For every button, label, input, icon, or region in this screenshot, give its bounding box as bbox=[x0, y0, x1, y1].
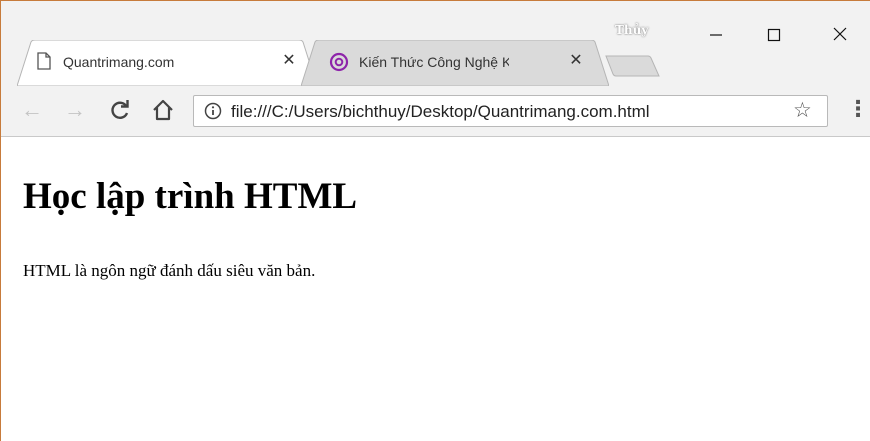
title-bar: Quantrimang.com ✕ Kiến Thức Công Nghệ Kh… bbox=[1, 1, 870, 86]
home-button[interactable] bbox=[151, 98, 175, 122]
forward-arrow-icon: → bbox=[64, 97, 86, 122]
tab-kien-thuc[interactable]: Kiến Thức Công Nghệ Kh ✕ bbox=[301, 40, 609, 86]
back-arrow-icon: ← bbox=[21, 97, 43, 122]
tab-quantrimang[interactable]: Quantrimang.com ✕ bbox=[17, 40, 317, 86]
opera-icon bbox=[329, 52, 349, 77]
tab-title: Quantrimang.com bbox=[63, 54, 175, 70]
address-bar[interactable]: file:///C:/Users/bichthuy/Desktop/Quantr… bbox=[193, 95, 828, 127]
minimize-icon bbox=[710, 34, 722, 36]
close-button[interactable] bbox=[817, 19, 863, 49]
close-icon bbox=[833, 27, 847, 41]
page-icon bbox=[37, 52, 51, 75]
back-button[interactable]: ← bbox=[20, 98, 44, 122]
bookmark-star-icon[interactable]: ☆ bbox=[793, 98, 812, 123]
menu-icon[interactable]: ⋮ bbox=[847, 96, 869, 122]
info-icon[interactable] bbox=[204, 102, 222, 125]
new-tab-button[interactable] bbox=[605, 55, 661, 77]
tab-close-icon[interactable]: ✕ bbox=[567, 52, 585, 70]
forward-button[interactable]: → bbox=[63, 98, 87, 122]
home-icon bbox=[153, 99, 173, 121]
reload-button[interactable] bbox=[108, 98, 132, 122]
tab-close-icon[interactable]: ✕ bbox=[280, 52, 298, 70]
toolbar: ← → file:///C:/Users/bichthuy/Desktop/Qu… bbox=[1, 86, 870, 137]
page-paragraph: HTML là ngôn ngữ đánh dấu siêu văn bản. bbox=[23, 261, 316, 280]
maximize-icon bbox=[767, 28, 781, 42]
tab-title: Kiến Thức Công Nghệ Kh bbox=[359, 54, 509, 70]
minimize-button[interactable] bbox=[693, 19, 739, 49]
page-heading: Học lập trình HTML bbox=[23, 176, 358, 217]
url-text[interactable]: file:///C:/Users/bichthuy/Desktop/Quantr… bbox=[231, 102, 650, 122]
profile-name[interactable]: Thủy bbox=[615, 23, 648, 37]
reload-icon bbox=[111, 100, 129, 119]
browser-window: Quantrimang.com ✕ Kiến Thức Công Nghệ Kh… bbox=[0, 0, 870, 441]
maximize-button[interactable] bbox=[751, 19, 797, 49]
